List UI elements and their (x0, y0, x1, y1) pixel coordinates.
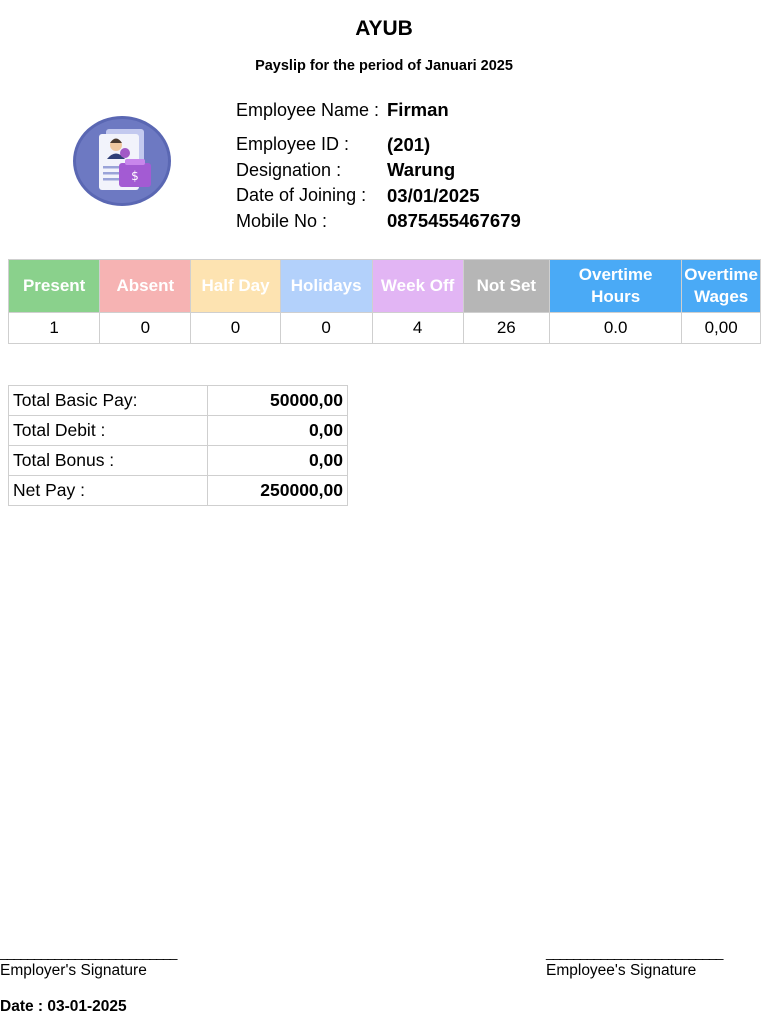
total-basic-pay-label: Total Basic Pay: (8, 385, 208, 416)
table-row: Total Bonus : 0,00 (8, 445, 348, 476)
employee-name-label: Employee Name : (236, 99, 380, 120)
attendance-table: Present Absent Half Day Holidays Week Of… (7, 259, 761, 344)
mobile-label: Mobile No : (236, 210, 328, 231)
joining-row: Date of Joining : 03/01/2025 (236, 183, 521, 209)
designation: Warung (387, 159, 456, 181)
mobile-number: 0875455467679 (387, 210, 521, 232)
employee-id-label: Employee ID : (236, 134, 350, 155)
absent-header: Absent (99, 259, 192, 313)
mobile-row: Mobile No : 0875455467679 (236, 209, 521, 235)
designation-label: Designation : (236, 159, 342, 180)
table-row: Total Basic Pay: 50000,00 (8, 385, 348, 416)
week-off-value: 4 (371, 312, 464, 344)
employee-details: Employee Name : Firman Employee ID : (20… (236, 88, 521, 234)
employee-id-row: Employee ID : (201) (236, 132, 521, 158)
svg-text:$: $ (131, 169, 139, 183)
employer-signature-label: Employer's Signature (0, 962, 147, 979)
net-pay-value: 250000,00 (207, 475, 348, 506)
designation-row: Designation : Warung (236, 158, 521, 184)
table-row: Total Debit : 0,00 (8, 415, 348, 446)
employee-name-row: Employee Name : Firman (236, 88, 521, 132)
total-bonus-value: 0,00 (207, 445, 348, 476)
employee-id-card-icon: $ (72, 114, 172, 207)
holidays-value: 0 (279, 312, 373, 344)
employee-id: (201) (387, 133, 431, 155)
absent-value: 0 (99, 312, 192, 344)
overtime-hours-header: Overtime Hours (548, 259, 683, 313)
half-day-header: Half Day (190, 259, 281, 313)
attendance-values-row: 1 0 0 0 4 26 0.0 0,00 (7, 312, 761, 344)
week-off-header: Week Off (371, 259, 464, 313)
joining-date: 03/01/2025 (387, 184, 480, 206)
pay-summary-table: Total Basic Pay: 50000,00 Total Debit : … (8, 385, 348, 506)
payslip-period: Payslip for the period of Januari 2025 (255, 58, 513, 74)
holidays-header: Holidays (279, 259, 373, 313)
employee-name: Firman (387, 99, 449, 120)
total-bonus-label: Total Bonus : (8, 445, 208, 476)
overtime-hours-value: 0.0 (548, 312, 683, 344)
attendance-header-row: Present Absent Half Day Holidays Week Of… (7, 259, 761, 313)
employee-signature-line: __________________________ (546, 944, 723, 960)
net-pay-label: Net Pay : (8, 475, 208, 506)
total-debit-label: Total Debit : (8, 415, 208, 446)
employer-signature-line: __________________________ (0, 944, 177, 960)
overtime-wages-value: 0,00 (681, 312, 761, 344)
present-header: Present (7, 259, 101, 313)
table-row: Net Pay : 250000,00 (8, 475, 348, 506)
employee-signature-label: Employee's Signature (546, 962, 697, 979)
present-value: 1 (7, 312, 101, 344)
half-day-value: 0 (190, 312, 281, 344)
total-basic-pay-value: 50000,00 (207, 385, 348, 416)
not-set-value: 26 (462, 312, 550, 344)
overtime-wages-header: Overtime Wages (681, 259, 761, 313)
total-debit-value: 0,00 (207, 415, 348, 446)
company-name: AYUB (355, 17, 413, 40)
not-set-header: Not Set (462, 259, 550, 313)
document-date: Date : 03-01-2025 (0, 998, 127, 1015)
joining-label: Date of Joining : (236, 185, 367, 206)
